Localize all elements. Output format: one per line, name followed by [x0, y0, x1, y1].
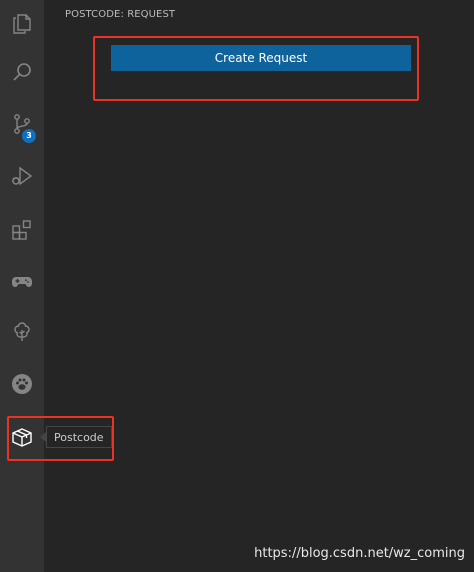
extensions-icon	[12, 220, 31, 240]
watermark: https://blog.csdn.net/wz_coming	[254, 546, 465, 561]
postcode-tooltip: Postcode	[46, 426, 112, 448]
sidebar-title: POSTCODE: REQUEST	[65, 9, 176, 20]
tree-button[interactable]	[0, 308, 44, 356]
paw-icon	[12, 374, 32, 394]
search-icon	[13, 63, 31, 81]
create-request-button[interactable]: Create Request	[111, 45, 411, 71]
package-icon	[12, 428, 32, 447]
search-button[interactable]	[0, 48, 44, 96]
source-control-badge: 3	[22, 129, 36, 143]
run-debug-button[interactable]	[0, 152, 44, 200]
explorer-button[interactable]	[0, 0, 44, 48]
extensions-button[interactable]	[0, 206, 44, 254]
activity-bar: 3	[0, 0, 44, 572]
source-control-button[interactable]: 3	[0, 100, 44, 148]
run-debug-icon	[12, 166, 33, 186]
gamepad-button[interactable]	[0, 258, 44, 306]
sidebar: POSTCODE: REQUEST Create Request	[44, 0, 474, 572]
postcode-button[interactable]	[0, 413, 44, 461]
paw-button[interactable]	[0, 360, 44, 408]
files-icon	[13, 14, 31, 34]
tree-icon	[14, 322, 30, 341]
gamepad-icon	[12, 277, 32, 287]
